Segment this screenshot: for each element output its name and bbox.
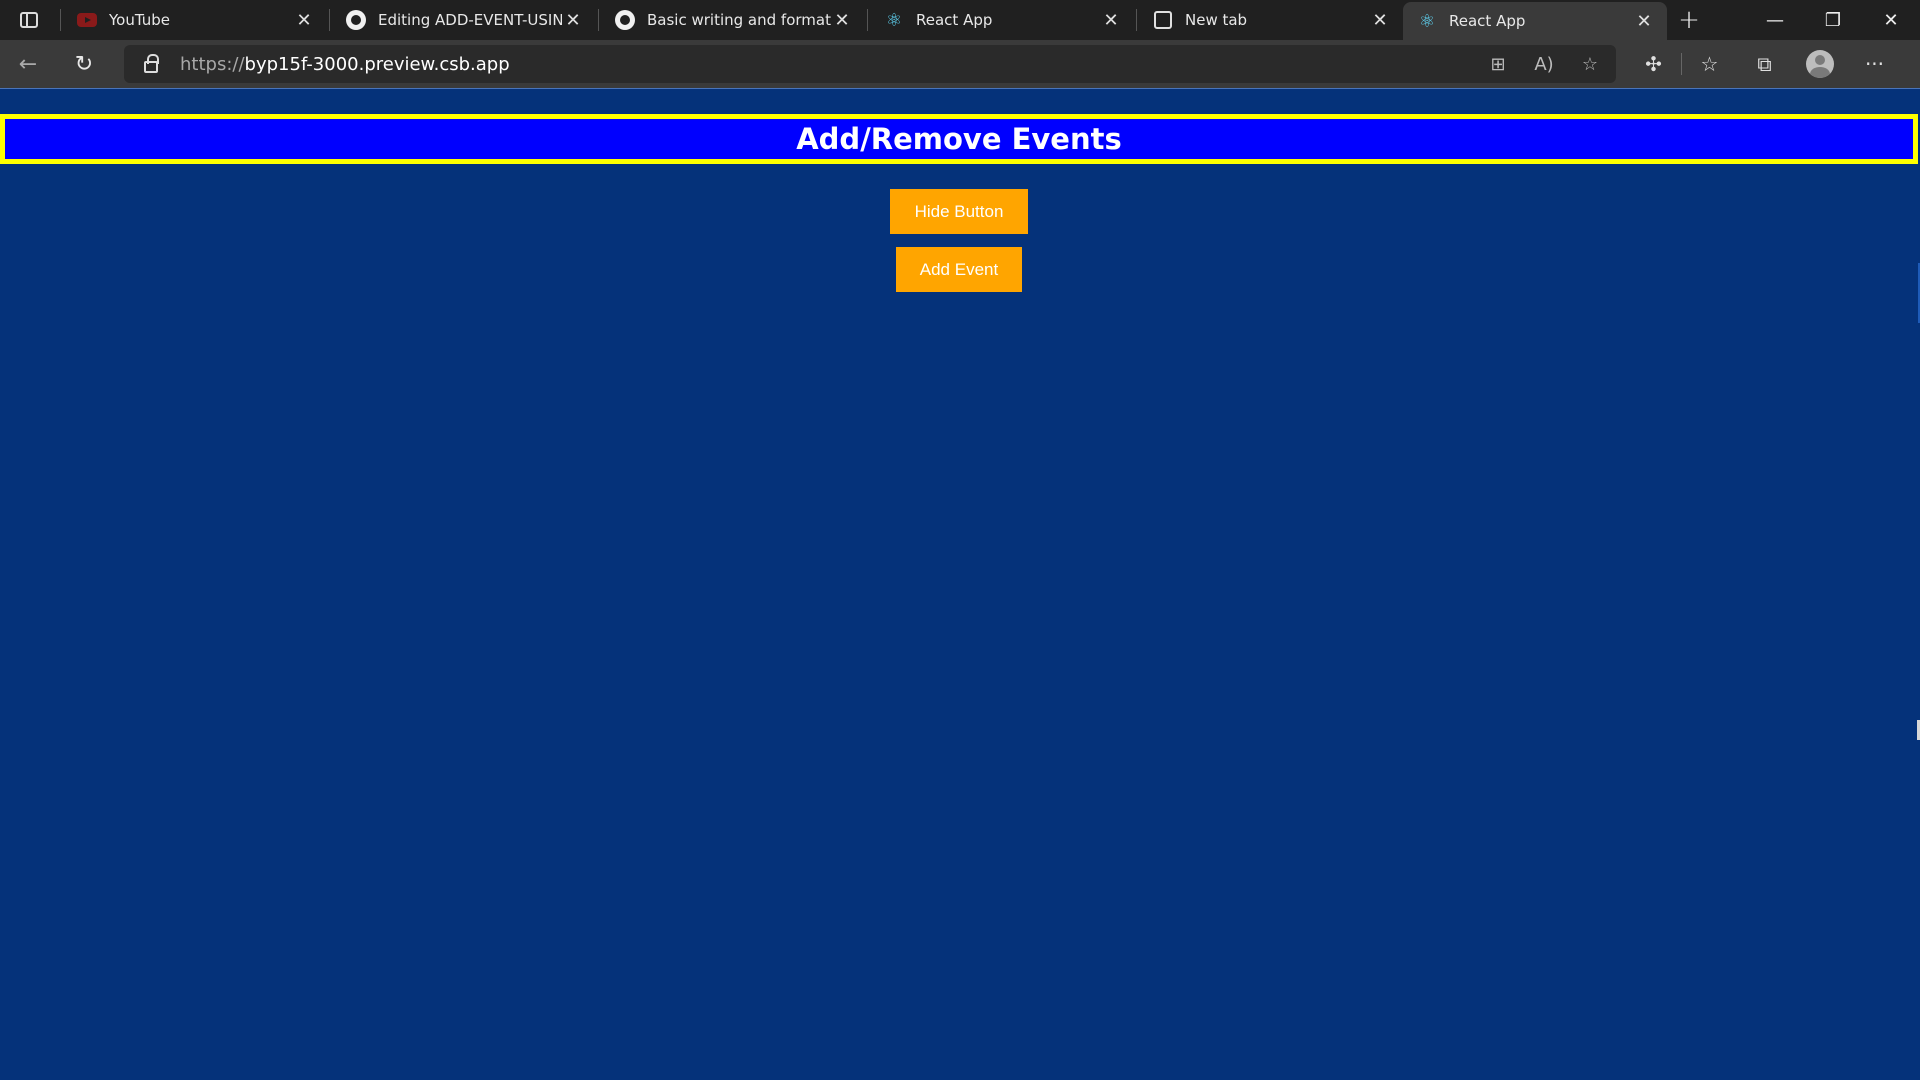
add-event-button[interactable]: Add Event (896, 247, 1022, 292)
tab-label: YouTube (109, 11, 170, 29)
avatar (1805, 50, 1834, 78)
react-icon: ⚛ (1418, 10, 1436, 32)
tab-strip: YouTube ✕ Editing ADD-EVENT-USING- ✕ Bas… (0, 0, 1920, 40)
reload-button[interactable]: ↻ (56, 40, 112, 88)
address-bar-actions: ⊞ A) ☆ (1484, 50, 1604, 78)
favorites-icon: ☆ (1700, 52, 1719, 76)
tab-actions-icon (20, 12, 38, 28)
add-favorite-icon[interactable]: ☆ (1576, 50, 1604, 78)
github-icon (346, 10, 366, 30)
restore-icon: ❐ (1824, 9, 1842, 31)
more-icon: ··· (1864, 52, 1885, 76)
lock-icon[interactable] (144, 54, 159, 73)
extensions-button[interactable]: ✣ (1626, 40, 1681, 88)
tab-separator (329, 9, 330, 31)
close-icon[interactable]: ✕ (831, 9, 853, 31)
puzzle-icon: ✣ (1645, 52, 1662, 76)
read-aloud-icon[interactable]: A) (1530, 50, 1558, 78)
tab-basic-writing[interactable]: Basic writing and formatting ✕ (601, 0, 865, 40)
plus-icon: + (1678, 5, 1700, 35)
settings-menu-button[interactable]: ··· (1847, 40, 1902, 88)
close-icon[interactable]: ✕ (1633, 10, 1655, 32)
newtab-icon (1153, 10, 1173, 30)
tab-editing-add-event[interactable]: Editing ADD-EVENT-USING- ✕ (332, 0, 596, 40)
toolbar-right: ✣ ☆ ⧉ ··· (1626, 40, 1902, 88)
arrow-left-icon: ← (18, 51, 38, 77)
tab-youtube[interactable]: YouTube ✕ (63, 0, 327, 40)
url-scheme: https:// (180, 53, 245, 75)
profile-button[interactable] (1792, 40, 1847, 88)
reload-icon: ↻ (74, 51, 94, 77)
close-icon: ✕ (1883, 9, 1899, 31)
url-text[interactable]: https://byp15f-3000.preview.csb.app (180, 54, 510, 75)
window-controls: — ❐ ✕ (1746, 0, 1920, 40)
tab-separator (1136, 9, 1137, 31)
youtube-icon (77, 10, 97, 30)
collections-icon: ⧉ (1757, 52, 1772, 76)
tab-label: Basic writing and formatting (647, 11, 831, 29)
new-tab-button[interactable]: + (1667, 0, 1711, 40)
tab-actions-button[interactable] (0, 0, 58, 40)
page-title: Add/Remove Events (796, 122, 1122, 156)
address-bar[interactable]: https://byp15f-3000.preview.csb.app ⊞ A)… (124, 45, 1616, 83)
minimize-button[interactable]: — (1746, 0, 1804, 40)
github-icon (615, 10, 635, 30)
close-window-button[interactable]: ✕ (1862, 0, 1920, 40)
tab-react-app[interactable]: ⚛ React App ✕ (870, 0, 1134, 40)
tab-label: Editing ADD-EVENT-USING- (378, 11, 562, 29)
close-icon[interactable]: ✕ (562, 9, 584, 31)
tab-react-app-active[interactable]: ⚛ React App ✕ (1403, 2, 1667, 40)
back-button[interactable]: ← (0, 40, 56, 88)
url-host: byp15f-3000.preview.csb.app (244, 53, 510, 75)
close-icon[interactable]: ✕ (1100, 9, 1122, 31)
close-icon[interactable]: ✕ (1369, 9, 1391, 31)
tab-separator (60, 9, 61, 31)
tab-label: New tab (1185, 11, 1248, 29)
restore-button[interactable]: ❐ (1804, 0, 1862, 40)
close-icon[interactable]: ✕ (293, 9, 315, 31)
collections-button[interactable]: ⧉ (1737, 40, 1792, 88)
tab-separator (598, 9, 599, 31)
hide-button[interactable]: Hide Button (890, 189, 1028, 234)
favorites-button[interactable]: ☆ (1682, 40, 1737, 88)
viewport-divider (0, 88, 1920, 89)
tab-separator (867, 9, 868, 31)
tab-label: React App (1449, 12, 1526, 30)
minimize-icon: — (1766, 9, 1784, 31)
browser-toolbar: ← ↻ https://byp15f-3000.preview.csb.app … (0, 40, 1920, 88)
tab-label: React App (916, 11, 993, 29)
react-icon: ⚛ (885, 9, 903, 31)
page-banner: Add/Remove Events (0, 114, 1918, 164)
app-available-icon[interactable]: ⊞ (1484, 50, 1512, 78)
tab-new-tab[interactable]: New tab ✕ (1139, 0, 1403, 40)
page-viewport: Add/Remove Events Hide Button Add Event (0, 88, 1920, 1080)
